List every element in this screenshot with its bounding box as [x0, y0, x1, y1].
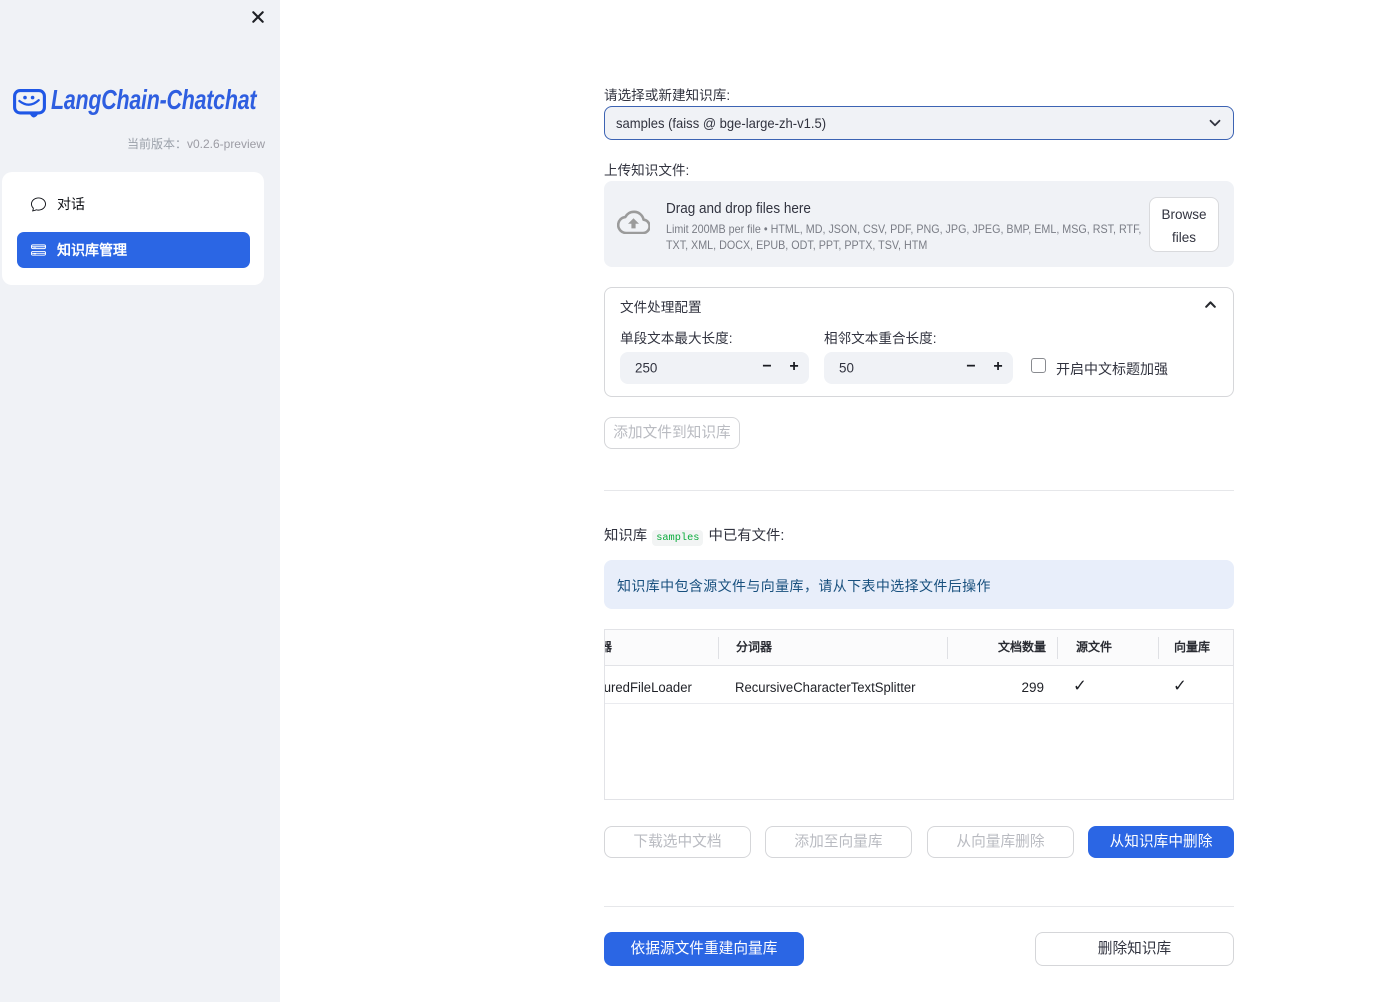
cell-vector-check: ✓ — [1173, 677, 1187, 695]
upload-label: 上传知识文件: — [604, 163, 690, 178]
sidebar: LangChain-Chatchat 当前版本：v0.2.6-preview 对… — [0, 0, 280, 1002]
chevron-down-icon — [1209, 119, 1221, 127]
add-files-button[interactable]: 添加文件到知识库 — [604, 417, 740, 449]
divider — [604, 490, 1234, 491]
divider — [604, 906, 1234, 907]
kb-files-suffix: 中已有文件: — [708, 528, 785, 544]
kb-files-prefix: 知识库 — [604, 528, 648, 544]
kb-select-label: 请选择或新建知识库: — [604, 88, 731, 103]
chevron-up-icon[interactable] — [1205, 301, 1216, 308]
cloud-upload-icon — [617, 210, 650, 234]
overlap-increment-button[interactable]: + — [984, 352, 1012, 384]
cell-splitter: RecursiveCharacterTextSplitter — [735, 680, 916, 695]
delete-from-kb-button[interactable]: 从知识库中删除 — [1088, 826, 1234, 858]
dropzone-limits: Limit 200MB per file • HTML, MD, JSON, C… — [666, 222, 1142, 253]
add-to-vector-store-button[interactable]: 添加至向量库 — [765, 826, 912, 858]
file-config-expander: 文件处理配置 单段文本最大长度: 相邻文本重合长度: 250 − + 50 − … — [604, 287, 1234, 397]
delete-from-vector-store-button[interactable]: 从向量库删除 — [927, 826, 1074, 858]
browse-files-button[interactable]: Browse files — [1149, 197, 1219, 252]
col-splitter: 分词器 — [736, 640, 773, 654]
download-selected-button[interactable]: 下载选中文档 — [604, 826, 751, 858]
rebuild-vector-store-button[interactable]: 依据源文件重建向量库 — [604, 932, 804, 966]
cell-loader: UnstructuredFileLoader — [605, 680, 692, 695]
logo-text: LangChain-Chatchat — [51, 84, 257, 115]
overlap-label: 相邻文本重合长度: — [824, 331, 937, 346]
version-value: v0.2.6-preview — [186, 137, 265, 151]
table-header: 加载器 分词器 文档数量 源文件 向量库 — [605, 630, 1233, 666]
chat-bubble-icon — [31, 197, 46, 212]
col-vector: 向量库 — [1174, 640, 1211, 654]
table-row[interactable]: UnstructuredFileLoader RecursiveCharacte… — [605, 666, 1233, 704]
kb-files-line: 知识库 samples 中已有文件: — [604, 524, 785, 546]
expander-title[interactable]: 文件处理配置 — [620, 296, 702, 316]
close-icon — [252, 11, 264, 23]
cell-source-check: ✓ — [1073, 677, 1087, 695]
dropzone-title: Drag and drop files here — [666, 200, 811, 217]
overlap-decrement-button[interactable]: − — [957, 352, 985, 384]
logo-chat-icon — [13, 89, 46, 118]
kb-select-value: samples (faiss @ bge-large-zh-v1.5) — [616, 115, 827, 131]
version-row: 当前版本：v0.2.6-preview — [0, 135, 265, 152]
info-alert-text: 知识库中包含源文件与向量库，请从下表中选择文件后操作 — [617, 578, 991, 594]
overlap-input[interactable]: 50 − + — [824, 352, 1013, 384]
sidebar-close-button[interactable] — [246, 5, 270, 29]
zh-title-enhance-checkbox[interactable] — [1031, 358, 1046, 373]
chunk-size-increment-button[interactable]: + — [780, 352, 808, 384]
delete-kb-button[interactable]: 删除知识库 — [1035, 932, 1234, 966]
info-alert: 知识库中包含源文件与向量库，请从下表中选择文件后操作 — [604, 560, 1234, 609]
sidebar-menu: 对话 知识库管理 — [2, 172, 264, 285]
file-dropzone[interactable]: Drag and drop files here Limit 200MB per… — [604, 181, 1234, 267]
chunk-size-value: 250 — [635, 360, 658, 376]
sidebar-item-knowledge-base[interactable]: 知识库管理 — [17, 232, 250, 268]
stacked-drives-icon — [31, 244, 46, 256]
kb-select[interactable]: samples (faiss @ bge-large-zh-v1.5) — [604, 106, 1234, 140]
col-source: 源文件 — [1076, 640, 1113, 654]
cell-docs: 299 — [1021, 680, 1044, 695]
col-docs: 文档数量 — [997, 640, 1046, 654]
main-content: 请选择或新建知识库: samples (faiss @ bge-large-zh… — [280, 0, 1380, 1002]
sidebar-item-label: 知识库管理 — [57, 242, 127, 258]
kb-name-code: samples — [652, 530, 704, 546]
chunk-size-label: 单段文本最大长度: — [620, 331, 733, 346]
version-label: 当前版本： — [126, 137, 187, 151]
sidebar-item-dialogue[interactable]: 对话 — [17, 184, 250, 224]
overlap-value: 50 — [839, 360, 854, 376]
col-loader: 加载器 — [605, 630, 612, 665]
logo: LangChain-Chatchat — [11, 84, 269, 120]
files-table[interactable]: 加载器 分词器 文档数量 源文件 向量库 UnstructuredFileLoa… — [604, 629, 1234, 800]
chunk-size-decrement-button[interactable]: − — [753, 352, 781, 384]
chunk-size-input[interactable]: 250 − + — [620, 352, 809, 384]
zh-title-enhance-label: 开启中文标题加强 — [1056, 361, 1168, 377]
sidebar-item-label: 对话 — [57, 196, 85, 212]
